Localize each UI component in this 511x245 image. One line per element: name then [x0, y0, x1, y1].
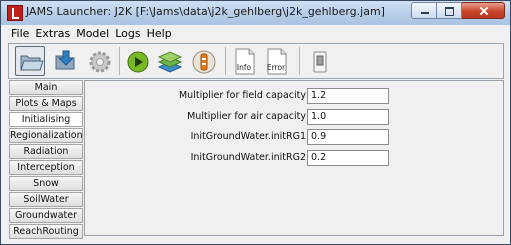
settings-gear-icon: [89, 51, 111, 73]
run-model-button[interactable]: [123, 46, 153, 76]
sidebar-item-initialising[interactable]: Initialising: [9, 112, 83, 127]
init-rg1-input[interactable]: 0.9: [307, 129, 389, 145]
info-log-label: Info: [236, 63, 252, 72]
layers-button[interactable]: [155, 46, 185, 76]
save-icon: [55, 50, 75, 70]
open-folder-button[interactable]: [15, 46, 45, 76]
settings-button[interactable]: [85, 46, 115, 76]
error-log-label: Error: [266, 63, 286, 72]
window-title: JAMS Launcher: J2K [F:\Jams\data\j2k_geh…: [26, 5, 385, 18]
toolbar-separator: [119, 47, 120, 75]
menu-extras[interactable]: Extras: [32, 26, 73, 42]
open-folder-icon: [20, 55, 44, 71]
field-label: Multiplier for air capacity: [187, 111, 306, 122]
parameter-panel: Multiplier for field capacity 1.2 Multip…: [84, 80, 504, 236]
close-button[interactable]: [462, 2, 505, 19]
jams-app-icon: [7, 5, 23, 21]
field-row: Multiplier for field capacity: [85, 88, 306, 104]
menu-bar: File Extras Model Logs Help: [5, 26, 175, 42]
launcher-window: JAMS Launcher: J2K [F:\Jams\data\j2k_geh…: [0, 0, 511, 245]
maximize-button[interactable]: [437, 2, 462, 19]
field-capacity-input[interactable]: 1.2: [307, 88, 389, 104]
field-row: Multiplier for air capacity: [85, 109, 306, 125]
save-button[interactable]: [51, 46, 81, 76]
field-label: InitGroundWater.initRG2: [190, 152, 306, 163]
component-sidebar: Main Plots & Maps Initialising Regionali…: [9, 80, 83, 240]
layers-icon: [157, 51, 183, 73]
sidebar-item-plots-maps[interactable]: Plots & Maps: [9, 96, 83, 111]
toolbar-separator: [299, 47, 300, 75]
sidebar-item-regionalization[interactable]: Regionalization: [9, 128, 83, 143]
sidebar-item-main[interactable]: Main: [9, 80, 83, 95]
info-log-button[interactable]: Info: [231, 46, 261, 76]
sidebar-item-reachrouting[interactable]: ReachRouting: [9, 224, 83, 239]
model-info-button[interactable]: [189, 46, 219, 76]
sidebar-item-snow[interactable]: Snow: [9, 176, 83, 191]
sidebar-item-interception[interactable]: Interception: [9, 160, 83, 175]
field-label: InitGroundWater.initRG1: [190, 131, 306, 142]
title-bar[interactable]: JAMS Launcher: J2K [F:\Jams\data\j2k_geh…: [1, 1, 510, 25]
toolbar: Info Error: [8, 43, 504, 79]
field-row: InitGroundWater.initRG2: [85, 150, 306, 166]
air-capacity-input[interactable]: 1.0: [307, 109, 389, 125]
sidebar-item-radiation[interactable]: Radiation: [9, 144, 83, 159]
menu-file[interactable]: File: [5, 26, 32, 42]
init-rg2-input[interactable]: 0.2: [307, 150, 389, 166]
error-log-button[interactable]: Error: [263, 46, 293, 76]
toggle-switch-icon: [313, 51, 327, 73]
field-row: InitGroundWater.initRG1: [85, 129, 306, 145]
field-label: Multiplier for field capacity: [178, 90, 306, 101]
menu-help[interactable]: Help: [144, 26, 175, 42]
toolbar-separator: [225, 47, 226, 75]
run-model-icon: [127, 51, 149, 73]
sidebar-item-soilwater[interactable]: SoilWater: [9, 192, 83, 207]
toggle-button[interactable]: [305, 46, 335, 76]
window-controls: [411, 2, 505, 20]
minimize-button[interactable]: [411, 2, 437, 19]
model-info-icon: [192, 50, 216, 74]
sidebar-item-groundwater[interactable]: Groundwater: [9, 208, 83, 223]
menu-logs[interactable]: Logs: [112, 26, 143, 42]
menu-model[interactable]: Model: [73, 26, 112, 42]
